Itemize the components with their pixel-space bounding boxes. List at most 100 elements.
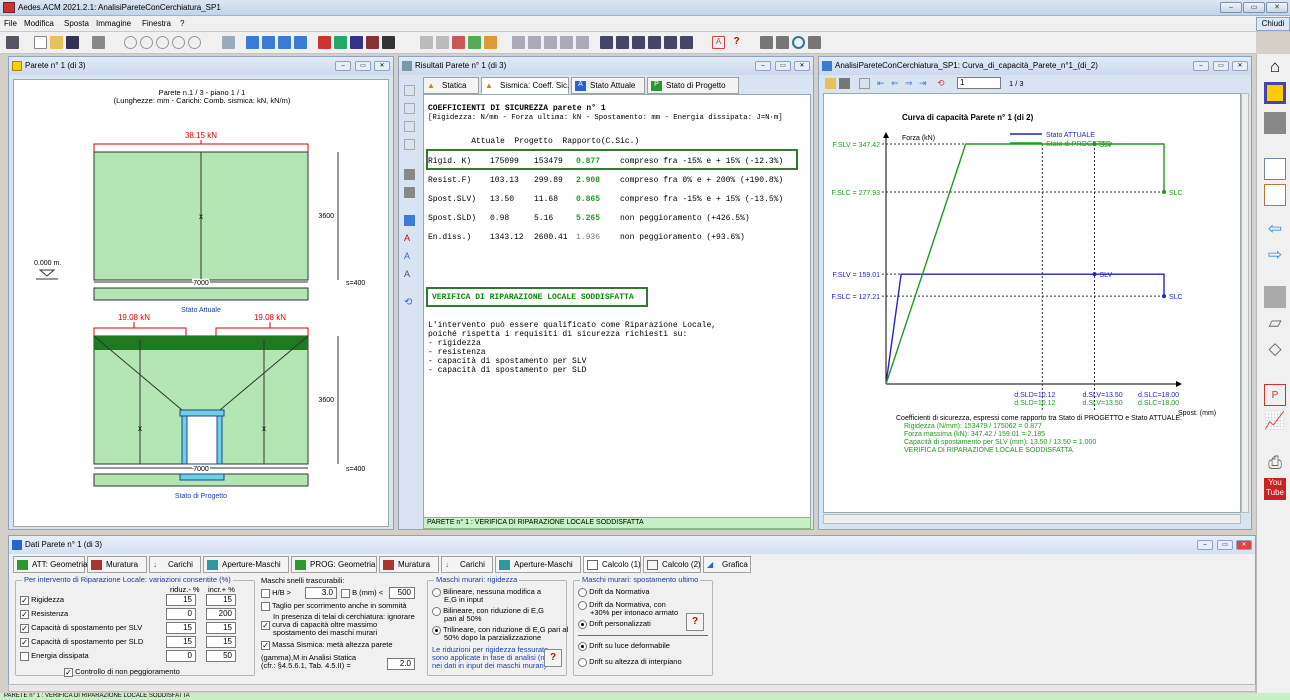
radio[interactable] [432,625,441,635]
frame-icon[interactable] [1264,82,1286,104]
hb-input[interactable]: 3.0 [305,587,337,599]
drift-option-1[interactable]: Drift da Normativa [578,587,650,597]
help-button[interactable]: ? [544,649,562,667]
youtube-icon[interactable]: You Tube [1264,478,1286,500]
tab-prog-muratura[interactable]: Muratura [379,556,439,573]
radio[interactable] [432,606,441,616]
radio[interactable] [578,600,587,610]
settings-icon[interactable] [808,36,821,49]
side-tool-3-icon[interactable] [404,121,415,132]
radio[interactable] [578,641,587,651]
panel-icon[interactable] [1264,112,1286,134]
close-button[interactable]: ✕ [1266,2,1288,13]
tool10-icon[interactable] [576,36,589,49]
tool5-icon[interactable] [484,36,497,49]
riduz-input[interactable]: 0 [166,650,196,662]
maximize-button[interactable]: ▭ [1243,2,1265,13]
side-tool-6-icon[interactable] [404,187,415,198]
tool6-icon[interactable] [512,36,525,49]
tab-prog-aperture[interactable]: Aperture-Maschi [495,556,581,573]
menu-modifica[interactable]: Modifica [24,19,54,28]
tool4-icon[interactable] [468,36,481,49]
next-icon[interactable] [278,36,291,49]
tab-att-geometria[interactable]: ATT: Geometria [13,556,87,573]
side-tool-1-icon[interactable] [404,85,415,96]
print2-icon[interactable] [760,36,773,49]
incr-input[interactable]: 15 [206,594,236,606]
tool1-icon[interactable] [420,36,433,49]
last-icon[interactable] [294,36,307,49]
win-minimize-button[interactable]: – [755,61,771,71]
incr-input[interactable]: 200 [206,608,236,620]
tab-calcolo-2[interactable]: Calcolo (2) [643,556,701,573]
zoom-all-icon[interactable] [188,36,201,49]
help-button[interactable]: ? [686,613,704,631]
win-close-button[interactable]: ✕ [374,61,390,71]
tool11-icon[interactable] [600,36,613,49]
zoom-in-icon[interactable] [140,36,153,49]
tool12-icon[interactable] [616,36,629,49]
chart-v-scrollbar[interactable] [1241,93,1249,513]
menu-help[interactable]: ? [180,19,184,28]
win-minimize-button[interactable]: – [1197,540,1213,550]
tool15-icon[interactable] [664,36,677,49]
win-close-button[interactable]: ✕ [794,61,810,71]
tool13-icon[interactable] [632,36,645,49]
win-close-button[interactable]: ✕ [1236,540,1252,550]
print-icon[interactable] [92,36,105,49]
shape-icon[interactable]: ◇ [1264,338,1286,360]
radio[interactable] [578,587,587,597]
drift-option-3[interactable]: Drift personalizzati [578,619,651,629]
measure-icon[interactable] [222,36,235,49]
zoom-icon[interactable] [124,36,137,49]
bmm-input[interactable]: 500 [389,587,415,599]
curva-checkbox[interactable]: ✓ [261,620,270,630]
frame-icon[interactable] [350,36,363,49]
row-checkbox[interactable]: ✓ [20,609,29,619]
tab-prog-carichi[interactable]: ↓ Carichi [441,556,493,573]
radio[interactable] [578,619,587,629]
bmm-checkbox[interactable] [341,588,350,598]
riduz-input[interactable]: 15 [166,636,196,648]
last-page-icon[interactable]: ⇥ [919,78,930,89]
bottom-h-scrollbar[interactable] [8,684,1256,692]
radio[interactable] [432,587,441,597]
chart-h-scrollbar[interactable] [823,514,1241,524]
hb-checkbox[interactable] [261,588,270,598]
menu-immagine[interactable]: Immagine [96,19,131,28]
wall-icon[interactable] [334,36,347,49]
win-restore-button[interactable]: ▭ [355,61,371,71]
refresh-icon[interactable] [792,36,805,49]
home-icon[interactable] [318,36,331,49]
grid-icon[interactable] [6,36,19,49]
menu-file[interactable]: File [4,19,17,28]
arrow-left-icon[interactable]: ⇦ [1264,218,1286,240]
page-input[interactable]: 1 [957,77,1001,89]
copy-icon[interactable] [859,78,870,89]
arrow-right-icon[interactable]: ⇨ [1264,244,1286,266]
refresh-icon[interactable]: ⟲ [937,78,948,89]
win-close-button[interactable]: ✕ [1232,61,1248,71]
new-icon[interactable] [34,36,47,49]
incr-input[interactable]: 50 [206,650,236,662]
open-icon[interactable] [50,36,63,49]
win-restore-button[interactable]: ▭ [1217,540,1233,550]
menu-finestra[interactable]: Finestra [142,19,171,28]
pdf-icon[interactable]: P [1264,384,1286,406]
save-icon[interactable] [839,78,850,89]
font-up-icon[interactable]: A [404,233,415,244]
incr-input[interactable]: 15 [206,622,236,634]
minimize-button[interactable]: – [1220,2,1242,13]
side-tool-5-icon[interactable] [404,169,415,180]
riduz-input[interactable]: 15 [166,622,196,634]
riduz-input[interactable]: 15 [166,594,196,606]
help-icon[interactable]: ? [730,36,743,49]
drift-option-5[interactable]: Drift su altezza di interpiano [578,657,682,667]
a-icon[interactable]: A [712,36,725,49]
radio[interactable] [578,657,587,667]
prev-icon[interactable] [262,36,275,49]
tab-statica[interactable]: ▲ Statica [423,77,479,94]
tab-grafica[interactable]: ◢ Grafica [703,556,751,573]
win-minimize-button[interactable]: – [1193,61,1209,71]
row-checkbox[interactable]: ✓ [20,637,29,647]
